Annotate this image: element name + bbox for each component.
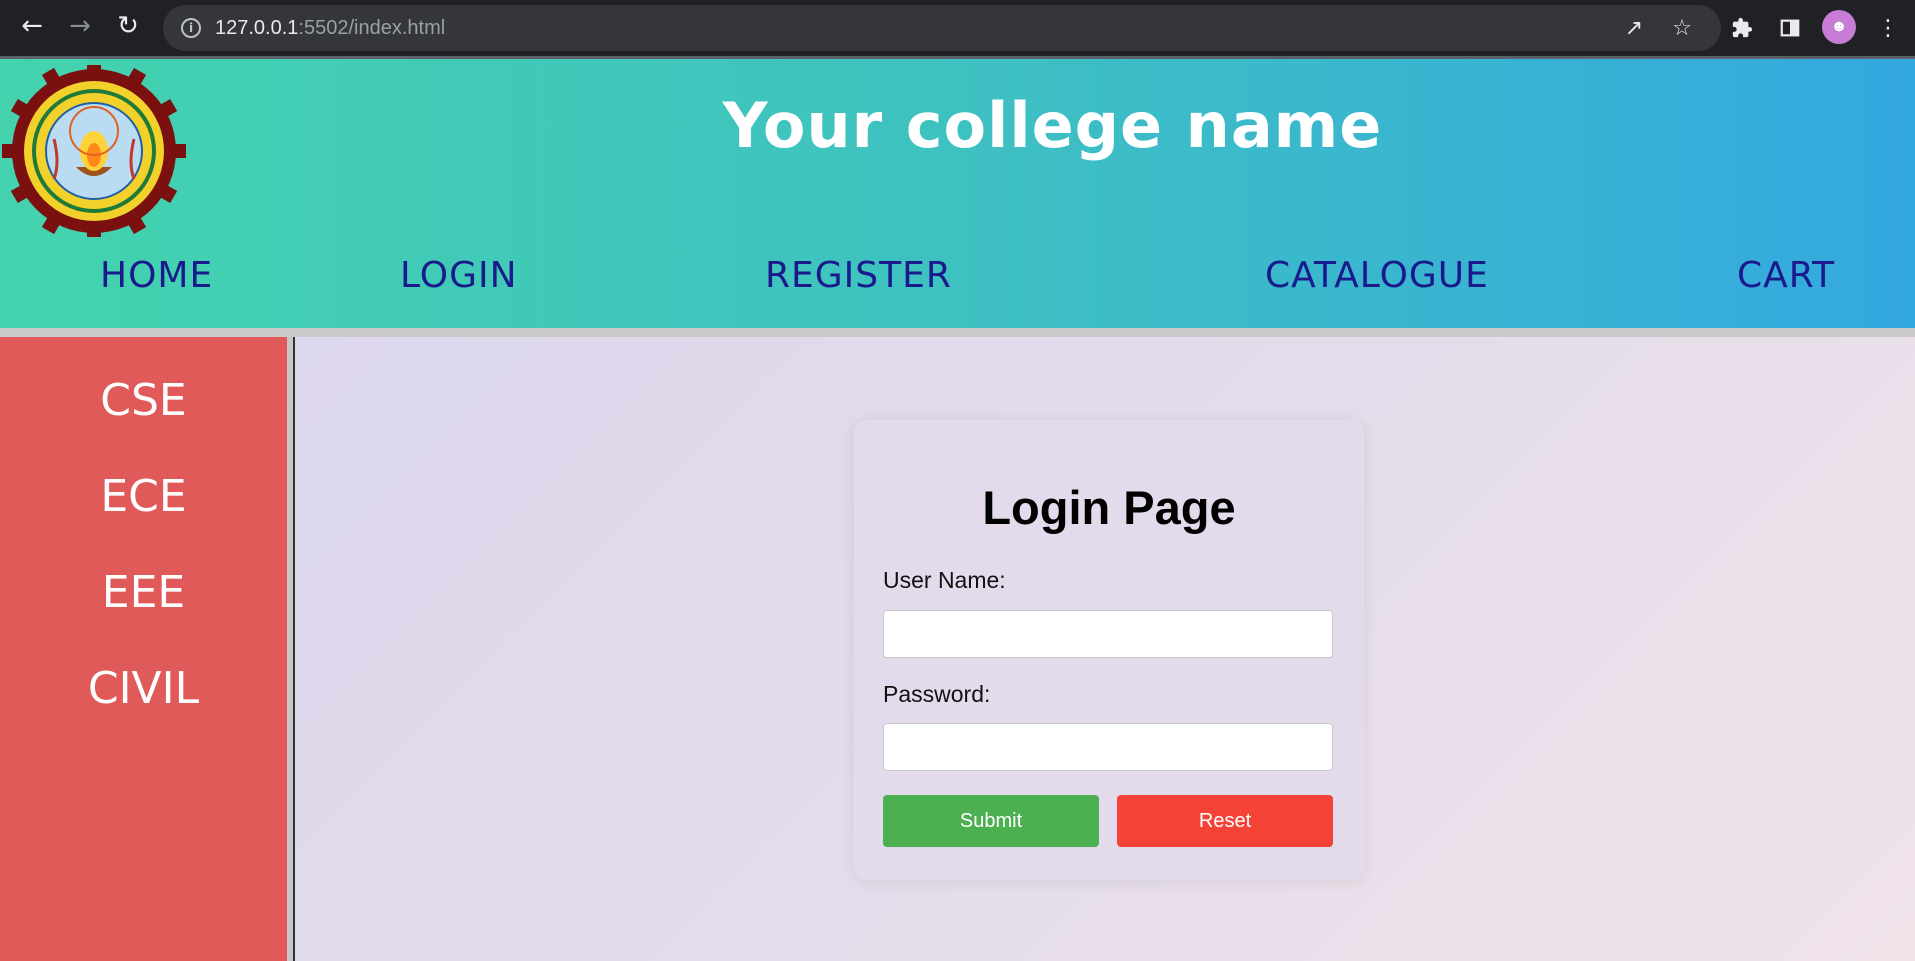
reload-icon[interactable]: ↻ <box>108 6 148 46</box>
nav-login[interactable]: LOGIN <box>400 255 518 296</box>
kebab-menu-icon[interactable]: ⋮ <box>1868 8 1908 48</box>
login-title: Login Page <box>982 481 1236 534</box>
sidebar-item-civil[interactable]: CIVIL <box>0 663 287 714</box>
password-label: Password: <box>883 681 991 707</box>
side-panel-icon[interactable] <box>1770 8 1810 48</box>
sidebar-item-ece[interactable]: ECE <box>0 471 287 522</box>
nav-home[interactable]: HOME <box>100 255 213 296</box>
header-divider <box>0 328 1915 337</box>
sidebar: CSE ECE EEE CIVIL <box>0 337 287 961</box>
share-icon[interactable]: ↗ <box>1614 8 1654 48</box>
url-path: :5502/index.html <box>298 16 446 39</box>
sidebar-item-eee[interactable]: EEE <box>0 567 287 618</box>
submit-button[interactable]: Submit <box>883 795 1099 847</box>
password-input[interactable] <box>883 723 1333 771</box>
back-arrow-icon[interactable]: ← <box>12 6 52 46</box>
sidebar-item-cse[interactable]: CSE <box>0 375 287 426</box>
site-header: Your college name HOME LOGIN REGISTER CA… <box>0 56 1915 328</box>
username-input[interactable] <box>883 610 1333 658</box>
nav-register[interactable]: REGISTER <box>765 255 952 296</box>
main-content: Login Page User Name: Password: Submit R… <box>295 337 1915 961</box>
bookmark-star-icon[interactable]: ☆ <box>1662 8 1702 48</box>
profile-avatar[interactable]: ☻ <box>1822 10 1856 44</box>
username-label: User Name: <box>883 567 1006 593</box>
login-card: Login Page User Name: Password: Submit R… <box>854 420 1364 880</box>
forward-arrow-icon[interactable]: → <box>60 6 100 46</box>
site-title: Your college name <box>722 89 1383 162</box>
site-info-icon[interactable]: i <box>181 18 201 38</box>
address-bar[interactable]: i 127.0.0.1:5502/index.html <box>163 5 1721 51</box>
reset-button[interactable]: Reset <box>1117 795 1333 847</box>
sidebar-divider <box>287 337 295 961</box>
url-host: 127.0.0.1 <box>215 16 299 39</box>
nav-catalogue[interactable]: CATALOGUE <box>1265 255 1489 296</box>
nav-cart[interactable]: CART <box>1737 255 1835 296</box>
puzzle-icon[interactable] <box>1722 8 1762 48</box>
browser-toolbar: ← → ↻ i 127.0.0.1:5502/index.html ↗ ☆ ☻ … <box>0 0 1915 56</box>
